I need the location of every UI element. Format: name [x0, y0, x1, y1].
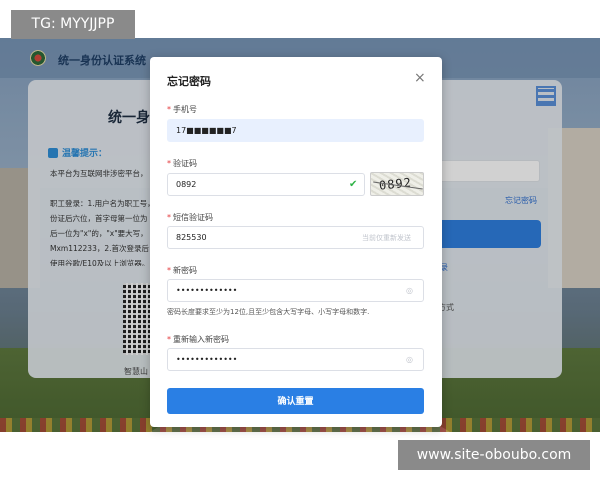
phone-label-text: 手机号: [173, 105, 197, 114]
eye-icon[interactable]: ◎: [406, 287, 413, 295]
confirm-password-input[interactable]: [167, 348, 424, 371]
captcha-image-text: 0892: [378, 175, 413, 193]
required-mark: *: [167, 335, 171, 344]
close-icon[interactable]: ×: [414, 71, 426, 85]
required-mark: *: [167, 266, 171, 275]
required-mark: *: [167, 213, 171, 222]
watermark-bottom-right: www.site-oboubo.com: [398, 440, 590, 470]
confirm-password-label-text: 重新输入新密码: [173, 335, 229, 344]
forgot-password-dialog: 忘记密码 × *手机号 *验证码 ✔ 0892 *短信验证码 当前仅重新发送 *…: [150, 57, 442, 427]
required-mark: *: [167, 105, 171, 114]
phone-input[interactable]: [167, 119, 424, 142]
new-password-label-text: 新密码: [173, 266, 197, 275]
eye-icon[interactable]: ◎: [406, 356, 413, 364]
phone-label: * 手机号: [167, 104, 197, 115]
watermark-top-left: TG: MYYJJPP: [11, 10, 135, 39]
captcha-label-text: 验证码: [173, 159, 197, 168]
confirm-reset-button[interactable]: 确认重置: [167, 388, 424, 414]
password-hint: 密码长度要求至少为12位,且至少包含大写字母、小写字母和数字.: [167, 308, 370, 316]
new-password-label: * 新密码: [167, 265, 197, 276]
sms-code-label-text: 短信验证码: [173, 213, 213, 222]
confirm-password-label: * 重新输入新密码: [167, 334, 229, 345]
sms-code-label: * 短信验证码: [167, 212, 213, 223]
dialog-title: 忘记密码: [167, 75, 211, 88]
captcha-label: * 验证码: [167, 158, 197, 169]
screenshot: 统一身份认证系统 统一身份 录 温馨提示： 本平台为互联网非涉密平台， 职工登录…: [0, 0, 600, 480]
required-mark: *: [167, 159, 171, 168]
captcha-input[interactable]: [167, 173, 365, 196]
resend-sms-link[interactable]: 当前仅重新发送: [362, 233, 411, 243]
captcha-image[interactable]: 0892: [370, 172, 424, 196]
check-icon: ✔: [349, 179, 358, 190]
new-password-input[interactable]: [167, 279, 424, 302]
